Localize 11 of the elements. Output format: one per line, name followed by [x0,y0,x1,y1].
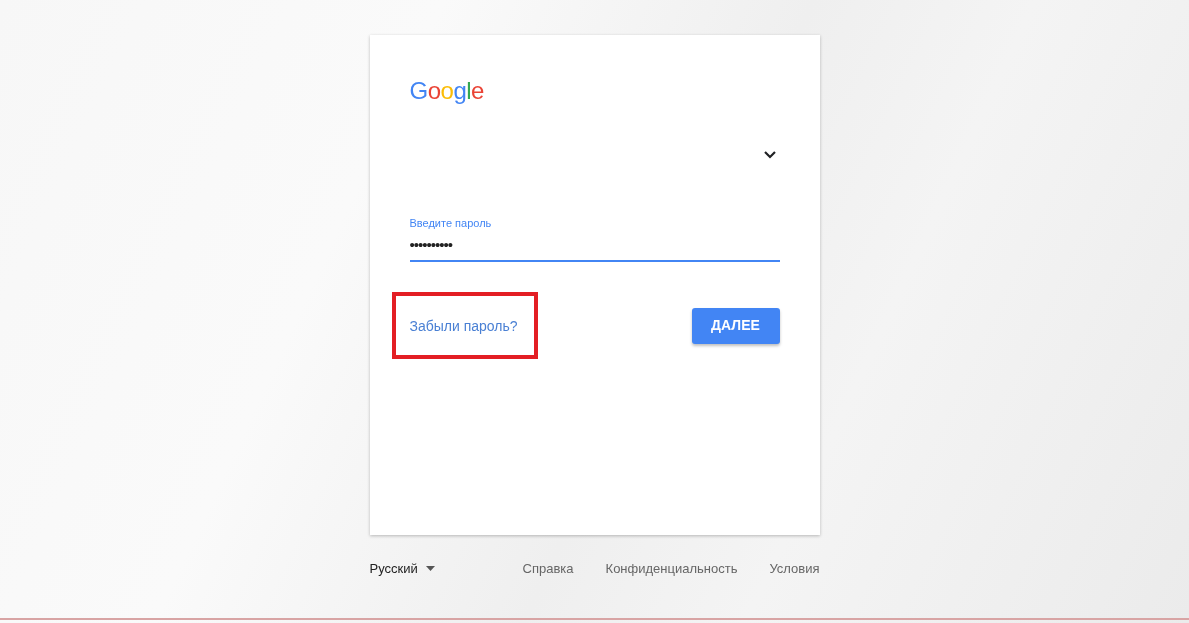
next-button[interactable]: ДАЛЕЕ [691,307,780,344]
caret-icon [425,566,435,572]
footer-link[interactable]: Условия [769,559,820,579]
chevron-icon[interactable] [763,151,776,159]
field-label: Введите пароль [409,216,493,231]
google-logo: Google [409,77,484,104]
password-field[interactable]: •••••••••• [409,231,780,262]
forgot-password-link[interactable]: Забыли пароль? [409,318,518,334]
footer-link[interactable]: Справка [522,559,574,579]
language-selector[interactable]: Русский [369,559,435,579]
footer-link[interactable]: Конфиденциальность [605,559,738,579]
